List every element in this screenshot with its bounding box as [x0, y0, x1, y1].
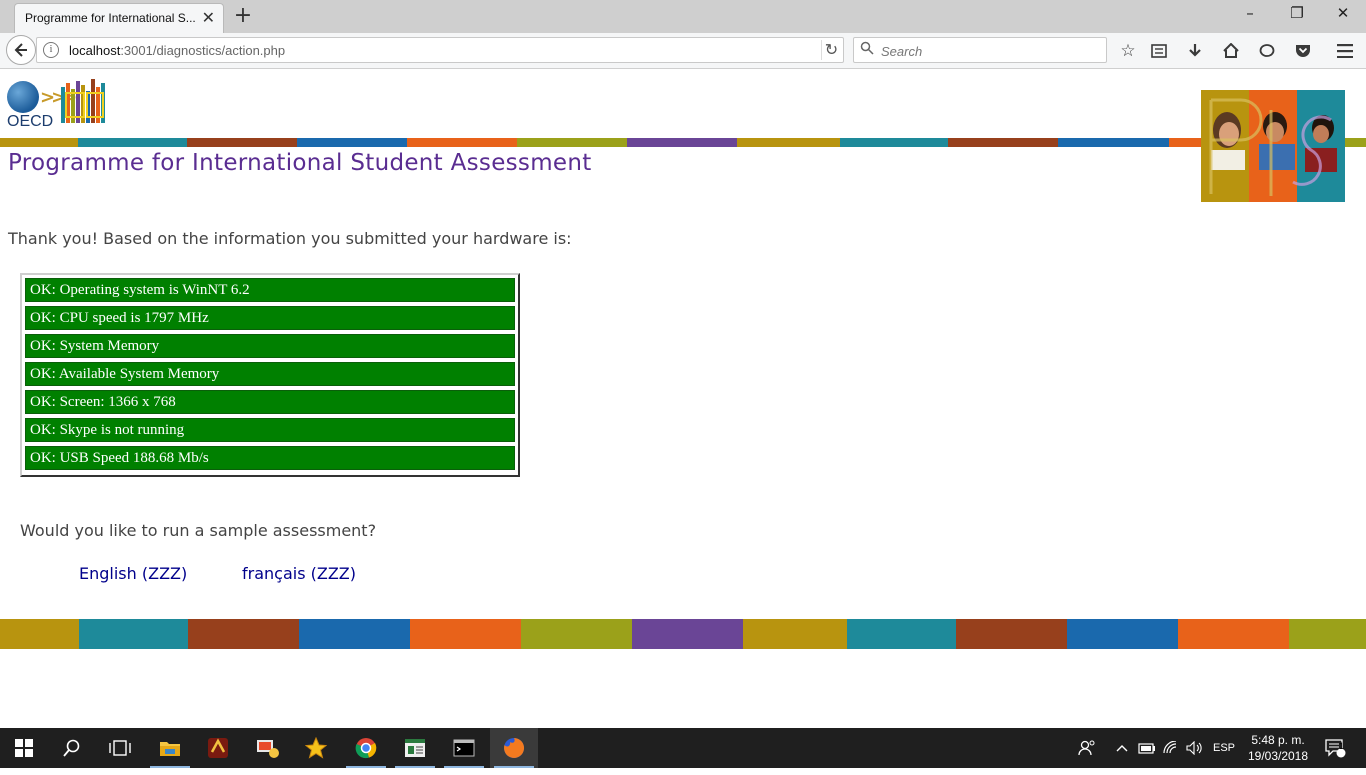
search-input[interactable]: Search	[881, 44, 922, 59]
color-band-segment	[956, 619, 1067, 649]
search-icon	[860, 41, 874, 59]
color-band-segment	[410, 619, 521, 649]
color-band-segment	[632, 619, 743, 649]
color-band-segment	[521, 619, 632, 649]
color-band-segment	[299, 619, 410, 649]
back-arrow-icon	[14, 43, 27, 57]
check-row-cpu: OK: CPU speed is 1797 MHz	[25, 306, 515, 330]
clock-date: 19/03/2018	[1247, 749, 1309, 763]
firefox-icon[interactable]	[490, 728, 538, 768]
browser-toolbar: i localhost:3001/diagnostics/action.php …	[0, 33, 1366, 69]
close-tab-icon[interactable]: ✕	[202, 8, 215, 27]
english-assessment-link[interactable]: English (ZZZ)	[79, 564, 187, 583]
color-band-segment	[79, 619, 188, 649]
home-icon[interactable]	[1220, 40, 1242, 62]
color-band-segment	[737, 138, 841, 147]
header-color-band	[0, 138, 1366, 147]
show-hidden-icons-chevron-icon[interactable]	[1112, 728, 1132, 768]
search-bar[interactable]: Search	[853, 37, 1107, 63]
chrome-icon[interactable]	[342, 728, 390, 768]
check-row-skype: OK: Skype is not running	[25, 418, 515, 442]
check-row-available-memory: OK: Available System Memory	[25, 362, 515, 386]
check-row-memory: OK: System Memory	[25, 334, 515, 358]
color-band-segment	[626, 138, 738, 147]
back-button[interactable]	[6, 35, 36, 65]
browser-tab[interactable]: Programme for International S... ✕	[14, 3, 224, 33]
page-title: Programme for International Student Asse…	[8, 150, 592, 176]
color-band-segment	[1178, 619, 1289, 649]
oecd-logo-text: OECD	[7, 113, 54, 130]
color-band-segment	[948, 138, 1059, 147]
new-tab-button[interactable]: +	[232, 3, 254, 28]
color-band-segment	[847, 619, 956, 649]
bookmark-star-icon[interactable]: ☆	[1117, 40, 1139, 62]
chat-icon[interactable]	[1256, 40, 1278, 62]
color-band-segment	[186, 138, 297, 147]
reading-list-icon[interactable]	[1148, 40, 1170, 62]
task-view-icon[interactable]	[96, 728, 144, 768]
action-center-icon[interactable]: 1	[1320, 728, 1350, 768]
url-text[interactable]: localhost:3001/diagnostics/action.php	[69, 43, 285, 58]
color-band-segment	[1289, 619, 1366, 649]
restore-button[interactable]: ❐	[1282, 4, 1312, 26]
check-row-os: OK: Operating system is WinNT 6.2	[25, 278, 515, 302]
menu-icon[interactable]	[1334, 40, 1356, 62]
start-button[interactable]	[0, 728, 48, 768]
color-band-segment	[0, 138, 79, 147]
pocket-icon[interactable]	[1292, 40, 1314, 62]
wifi-icon[interactable]	[1160, 728, 1182, 768]
people-icon[interactable]	[1074, 728, 1100, 768]
address-bar[interactable]: i localhost:3001/diagnostics/action.php …	[36, 37, 844, 63]
intro-text: Thank you! Based on the information you …	[8, 229, 572, 248]
input-language[interactable]: ESP	[1210, 728, 1238, 768]
french-assessment-link[interactable]: français (ZZZ)	[242, 564, 356, 583]
reload-icon[interactable]: ↻	[821, 40, 841, 60]
page-content: >>> OECD Programme for International Stu…	[0, 70, 1366, 728]
windows-taskbar: ESP 5:48 p. m. 19/03/2018 1	[0, 728, 1366, 768]
browser-titlebar: Programme for International S... ✕ + – ❐…	[0, 0, 1366, 33]
pisa-students-image	[1201, 90, 1345, 202]
color-band-segment	[840, 138, 949, 147]
check-row-usb: OK: USB Speed 188.68 Mb/s	[25, 446, 515, 470]
color-band-segment	[1067, 619, 1178, 649]
notification-count: 1	[1339, 741, 1345, 751]
color-band-segment	[1058, 138, 1169, 147]
file-explorer-icon[interactable]	[146, 728, 194, 768]
color-band-segment	[0, 619, 79, 649]
download-icon[interactable]	[1184, 40, 1206, 62]
fifty-anniversary-icon	[61, 79, 105, 123]
color-band-segment	[188, 619, 299, 649]
close-window-button[interactable]: ✕	[1328, 4, 1358, 26]
paint-app-icon[interactable]	[244, 728, 292, 768]
sample-assessment-question: Would you like to run a sample assessmen…	[20, 521, 377, 540]
check-row-screen: OK: Screen: 1366 x 768	[25, 390, 515, 414]
search-taskbar-icon[interactable]	[48, 728, 96, 768]
clock-time: 5:48 p. m.	[1251, 733, 1305, 747]
hardware-check-table: OK: Operating system is WinNT 6.2 OK: CP…	[20, 273, 520, 477]
game-app-icon[interactable]	[194, 728, 242, 768]
footer-color-band	[0, 619, 1366, 649]
document-app-icon[interactable]	[391, 728, 439, 768]
info-icon[interactable]: i	[43, 42, 59, 58]
clock[interactable]: 5:48 p. m. 19/03/2018	[1240, 732, 1316, 764]
color-band-segment	[296, 138, 407, 147]
color-band-segment	[78, 138, 187, 147]
volume-icon[interactable]	[1184, 728, 1206, 768]
color-band-segment	[406, 138, 517, 147]
color-band-segment	[743, 619, 847, 649]
command-prompt-icon[interactable]	[440, 728, 488, 768]
oecd-logo[interactable]: >>> OECD	[7, 79, 110, 130]
battery-icon[interactable]	[1136, 728, 1158, 768]
favorites-star-icon[interactable]	[292, 728, 340, 768]
tab-title: Programme for International S...	[25, 11, 195, 25]
minimize-button[interactable]: –	[1235, 4, 1265, 26]
color-band-segment	[516, 138, 627, 147]
globe-icon	[7, 81, 39, 113]
